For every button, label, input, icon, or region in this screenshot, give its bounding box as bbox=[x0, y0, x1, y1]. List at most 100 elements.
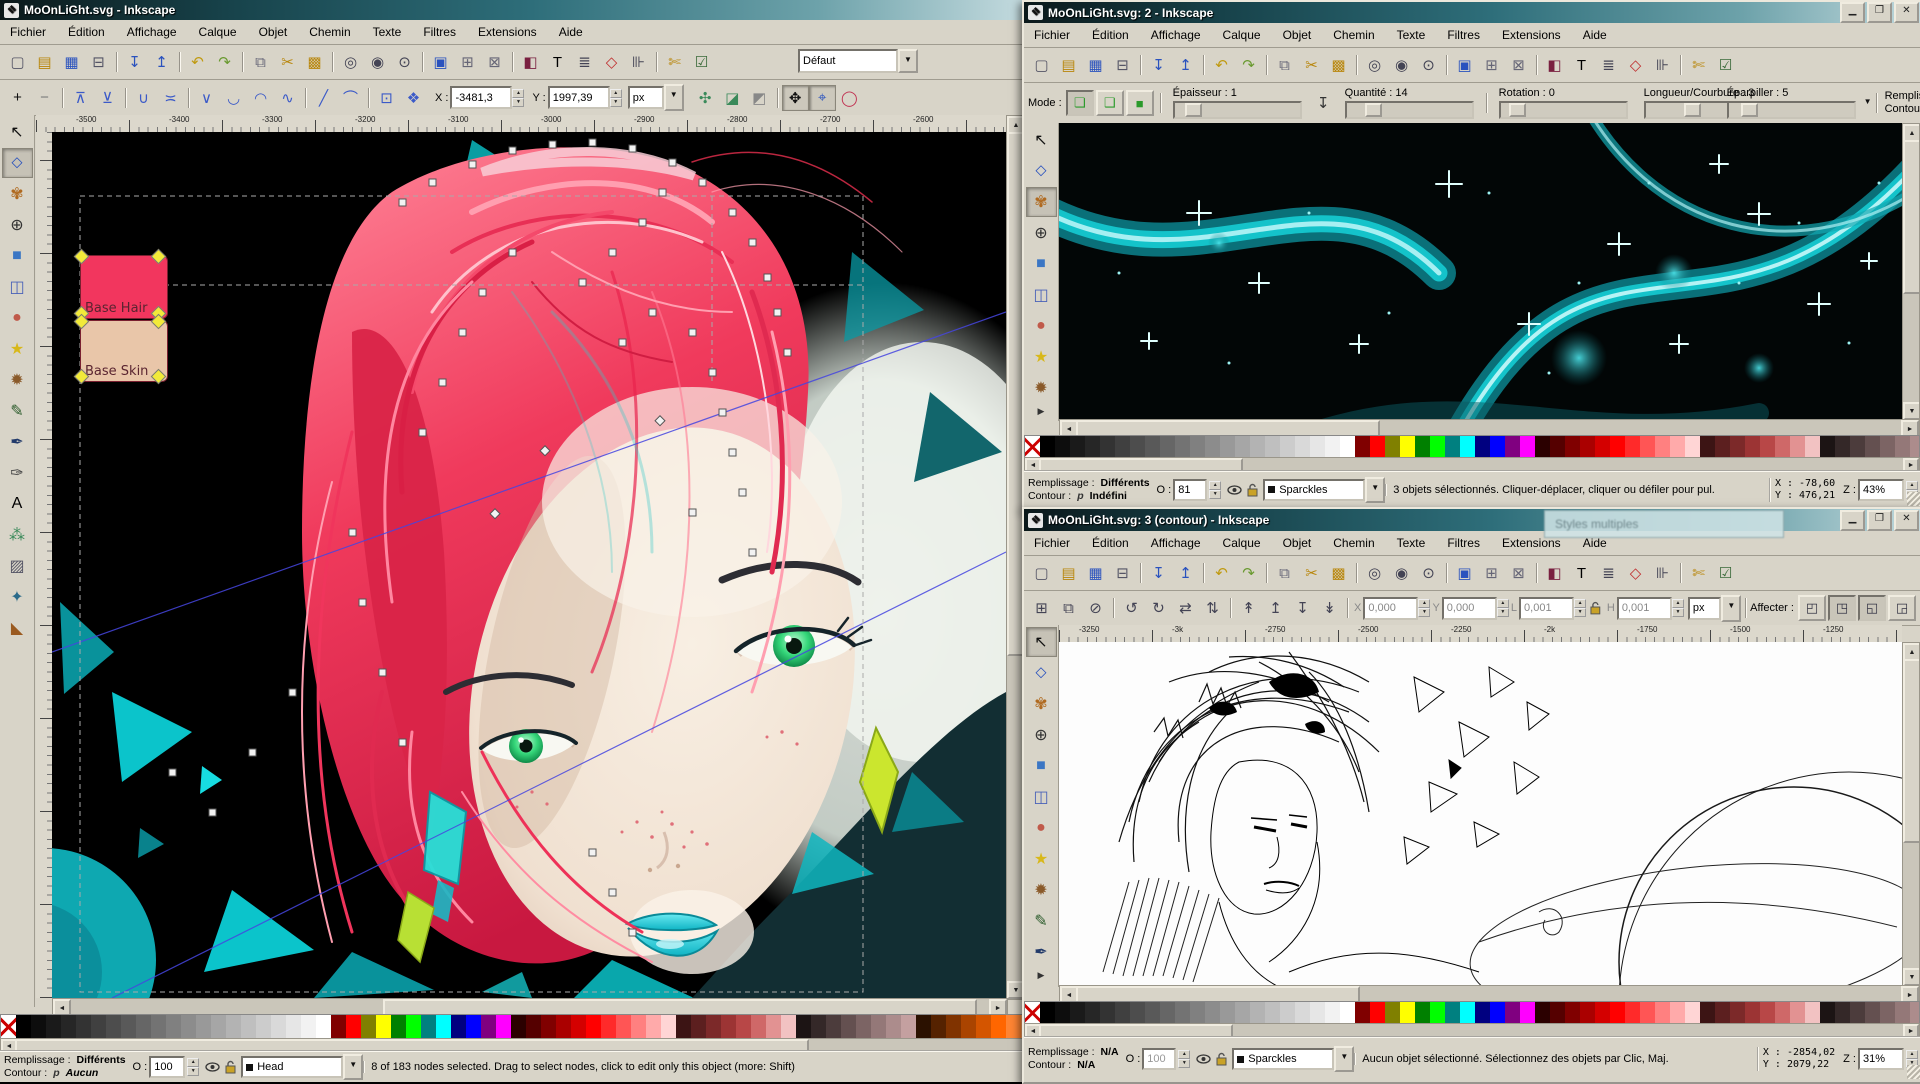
zoom-tool[interactable]: ⊕ bbox=[1026, 720, 1057, 750]
palette-swatch[interactable] bbox=[496, 1015, 511, 1039]
zoom-field[interactable]: 31% bbox=[1858, 1048, 1904, 1070]
maximize-button[interactable]: ❐ bbox=[1867, 2, 1892, 23]
clone-icon[interactable]: ⊞ bbox=[1478, 52, 1505, 78]
menu-extensions[interactable]: Extensions bbox=[1502, 536, 1561, 550]
palette-swatch[interactable] bbox=[1055, 1002, 1070, 1024]
zoom-drawing-icon[interactable]: ◉ bbox=[1388, 52, 1415, 78]
menu-filtres[interactable]: Filtres bbox=[1447, 28, 1480, 42]
redo-icon[interactable]: ↷ bbox=[1235, 52, 1262, 78]
rect-tool[interactable]: ■ bbox=[1026, 751, 1057, 781]
unlink-clone-icon[interactable]: ⊠ bbox=[1505, 52, 1532, 78]
palette-swatch[interactable] bbox=[1190, 436, 1205, 458]
palette-swatch[interactable] bbox=[1550, 436, 1565, 458]
palette-swatch[interactable] bbox=[436, 1015, 451, 1039]
lock-ratio-icon[interactable] bbox=[1588, 601, 1603, 615]
palette-swatch[interactable] bbox=[1310, 436, 1325, 458]
menu-chemin[interactable]: Chemin bbox=[1333, 536, 1374, 550]
xml-editor-icon[interactable]: ◇ bbox=[598, 49, 625, 75]
menu-edition[interactable]: Édition bbox=[1092, 28, 1129, 42]
palette-swatch[interactable] bbox=[1700, 1002, 1715, 1024]
align-dialog-icon[interactable]: ⊪ bbox=[1649, 52, 1676, 78]
menu-calque[interactable]: Calque bbox=[1223, 536, 1261, 550]
show-bezier-handles-icon[interactable]: ⌖ bbox=[808, 84, 836, 111]
palette-swatch[interactable] bbox=[1115, 436, 1130, 458]
use-pressure-icon[interactable]: ↧ bbox=[1310, 90, 1337, 116]
fill-stroke-dialog-icon[interactable]: ◧ bbox=[1541, 560, 1568, 586]
palette-swatch[interactable] bbox=[1580, 436, 1595, 458]
redo-icon[interactable]: ↷ bbox=[1235, 560, 1262, 586]
palette-swatch[interactable] bbox=[1400, 436, 1415, 458]
minimize-button[interactable]: ▁ bbox=[1840, 2, 1865, 23]
tweak-tool[interactable]: ✾ bbox=[2, 179, 33, 209]
sel-width-spinner[interactable]: ▲ ▼ bbox=[1574, 599, 1587, 617]
palette-swatch[interactable] bbox=[1070, 1002, 1085, 1024]
export-icon[interactable]: ↥ bbox=[1172, 52, 1199, 78]
pencil-tool[interactable]: ✎ bbox=[2, 396, 33, 426]
sel-y-spinner[interactable]: ▲ ▼ bbox=[1496, 599, 1509, 617]
palette-swatch[interactable] bbox=[1805, 1002, 1820, 1024]
insert-node-icon[interactable]: + bbox=[4, 85, 31, 111]
close-button[interactable]: ✕ bbox=[1894, 509, 1919, 531]
palette-swatch[interactable] bbox=[1910, 1002, 1919, 1024]
lower-icon[interactable]: ↧ bbox=[1289, 595, 1316, 621]
sel-height-field[interactable]: 0,001 bbox=[1616, 596, 1672, 620]
palette-swatch[interactable] bbox=[511, 1015, 526, 1039]
palette-swatch[interactable] bbox=[1640, 436, 1655, 458]
palette-swatch[interactable] bbox=[1850, 436, 1865, 458]
palette-swatch[interactable] bbox=[1550, 1002, 1565, 1024]
palette-swatch[interactable] bbox=[1715, 436, 1730, 458]
layer-selector-arrow-icon[interactable]: ▼ bbox=[1365, 476, 1386, 503]
palette-swatch[interactable] bbox=[1730, 436, 1745, 458]
undo-icon[interactable]: ↶ bbox=[184, 49, 211, 75]
palette-swatch[interactable] bbox=[1745, 436, 1760, 458]
zoom-selection-icon[interactable]: ◎ bbox=[337, 49, 364, 75]
menu-calque[interactable]: Calque bbox=[199, 25, 237, 39]
palette-swatch[interactable] bbox=[1625, 436, 1640, 458]
edit-clip-icon[interactable]: ◪ bbox=[719, 85, 746, 111]
palette-swatch[interactable] bbox=[376, 1015, 391, 1039]
palette-swatch[interactable] bbox=[406, 1015, 421, 1039]
delete-segment-icon[interactable]: ≍ bbox=[157, 85, 184, 111]
sel-y-field[interactable]: 0,000 bbox=[1441, 596, 1497, 620]
menu-objet[interactable]: Objet bbox=[1283, 28, 1312, 42]
palette-swatch[interactable] bbox=[331, 1015, 346, 1039]
palette-swatch[interactable] bbox=[1520, 436, 1535, 458]
cut-icon[interactable]: ✂ bbox=[274, 49, 301, 75]
palette-swatch-none[interactable] bbox=[1025, 436, 1040, 458]
stroke-indicator[interactable]: Aucun bbox=[66, 1067, 99, 1080]
save-icon[interactable]: ▦ bbox=[1082, 52, 1109, 78]
palette-swatch[interactable] bbox=[1430, 1002, 1445, 1024]
node-symmetric-icon[interactable]: ◠ bbox=[247, 85, 274, 111]
menu-texte[interactable]: Texte bbox=[1397, 536, 1426, 550]
palette-swatch[interactable] bbox=[1055, 436, 1070, 458]
preferences-icon[interactable]: ☑ bbox=[1712, 52, 1739, 78]
align-dialog-icon[interactable]: ⊪ bbox=[1649, 560, 1676, 586]
palette-swatch[interactable] bbox=[421, 1015, 436, 1039]
palette-swatch[interactable] bbox=[1805, 436, 1820, 458]
palette-swatch[interactable] bbox=[106, 1015, 121, 1039]
layer-selector-arrow-icon[interactable]: ▼ bbox=[1334, 1046, 1355, 1072]
layer-lock-icon[interactable] bbox=[223, 1060, 238, 1074]
layers-dialog-icon[interactable]: ≣ bbox=[1595, 52, 1622, 78]
palette-swatch[interactable] bbox=[1580, 1002, 1595, 1024]
palette-swatch[interactable] bbox=[1475, 436, 1490, 458]
palette-swatch[interactable] bbox=[961, 1015, 976, 1039]
new-document-icon[interactable]: ▢ bbox=[1028, 52, 1055, 78]
palette-swatch[interactable] bbox=[136, 1015, 151, 1039]
layer-visibility-icon[interactable] bbox=[205, 1060, 220, 1074]
palette-swatch[interactable] bbox=[1760, 436, 1775, 458]
layer-selector[interactable]: Sparckles ▼ bbox=[1263, 476, 1386, 503]
palette-swatch[interactable] bbox=[1610, 1002, 1625, 1024]
layers-dialog-icon[interactable]: ≣ bbox=[571, 49, 598, 75]
node-cusp-icon[interactable]: ∨ bbox=[193, 85, 220, 111]
palette-swatch[interactable] bbox=[541, 1015, 556, 1039]
titlebar-window2[interactable]: ❖ MoOnLiGht.svg: 2 - Inkscape ▁ ❐ ✕ bbox=[1024, 2, 1920, 23]
text-dialog-icon[interactable]: T bbox=[1568, 52, 1595, 78]
palette-swatch[interactable] bbox=[1640, 1002, 1655, 1024]
palette-swatch[interactable] bbox=[1040, 1002, 1055, 1024]
canvas-main[interactable]: Base Hair Base Skin bbox=[52, 132, 1006, 998]
palette-swatch[interactable] bbox=[1160, 436, 1175, 458]
palette-swatch[interactable] bbox=[1535, 436, 1550, 458]
palette-swatch[interactable] bbox=[1625, 1002, 1640, 1024]
import-icon[interactable]: ↧ bbox=[121, 49, 148, 75]
